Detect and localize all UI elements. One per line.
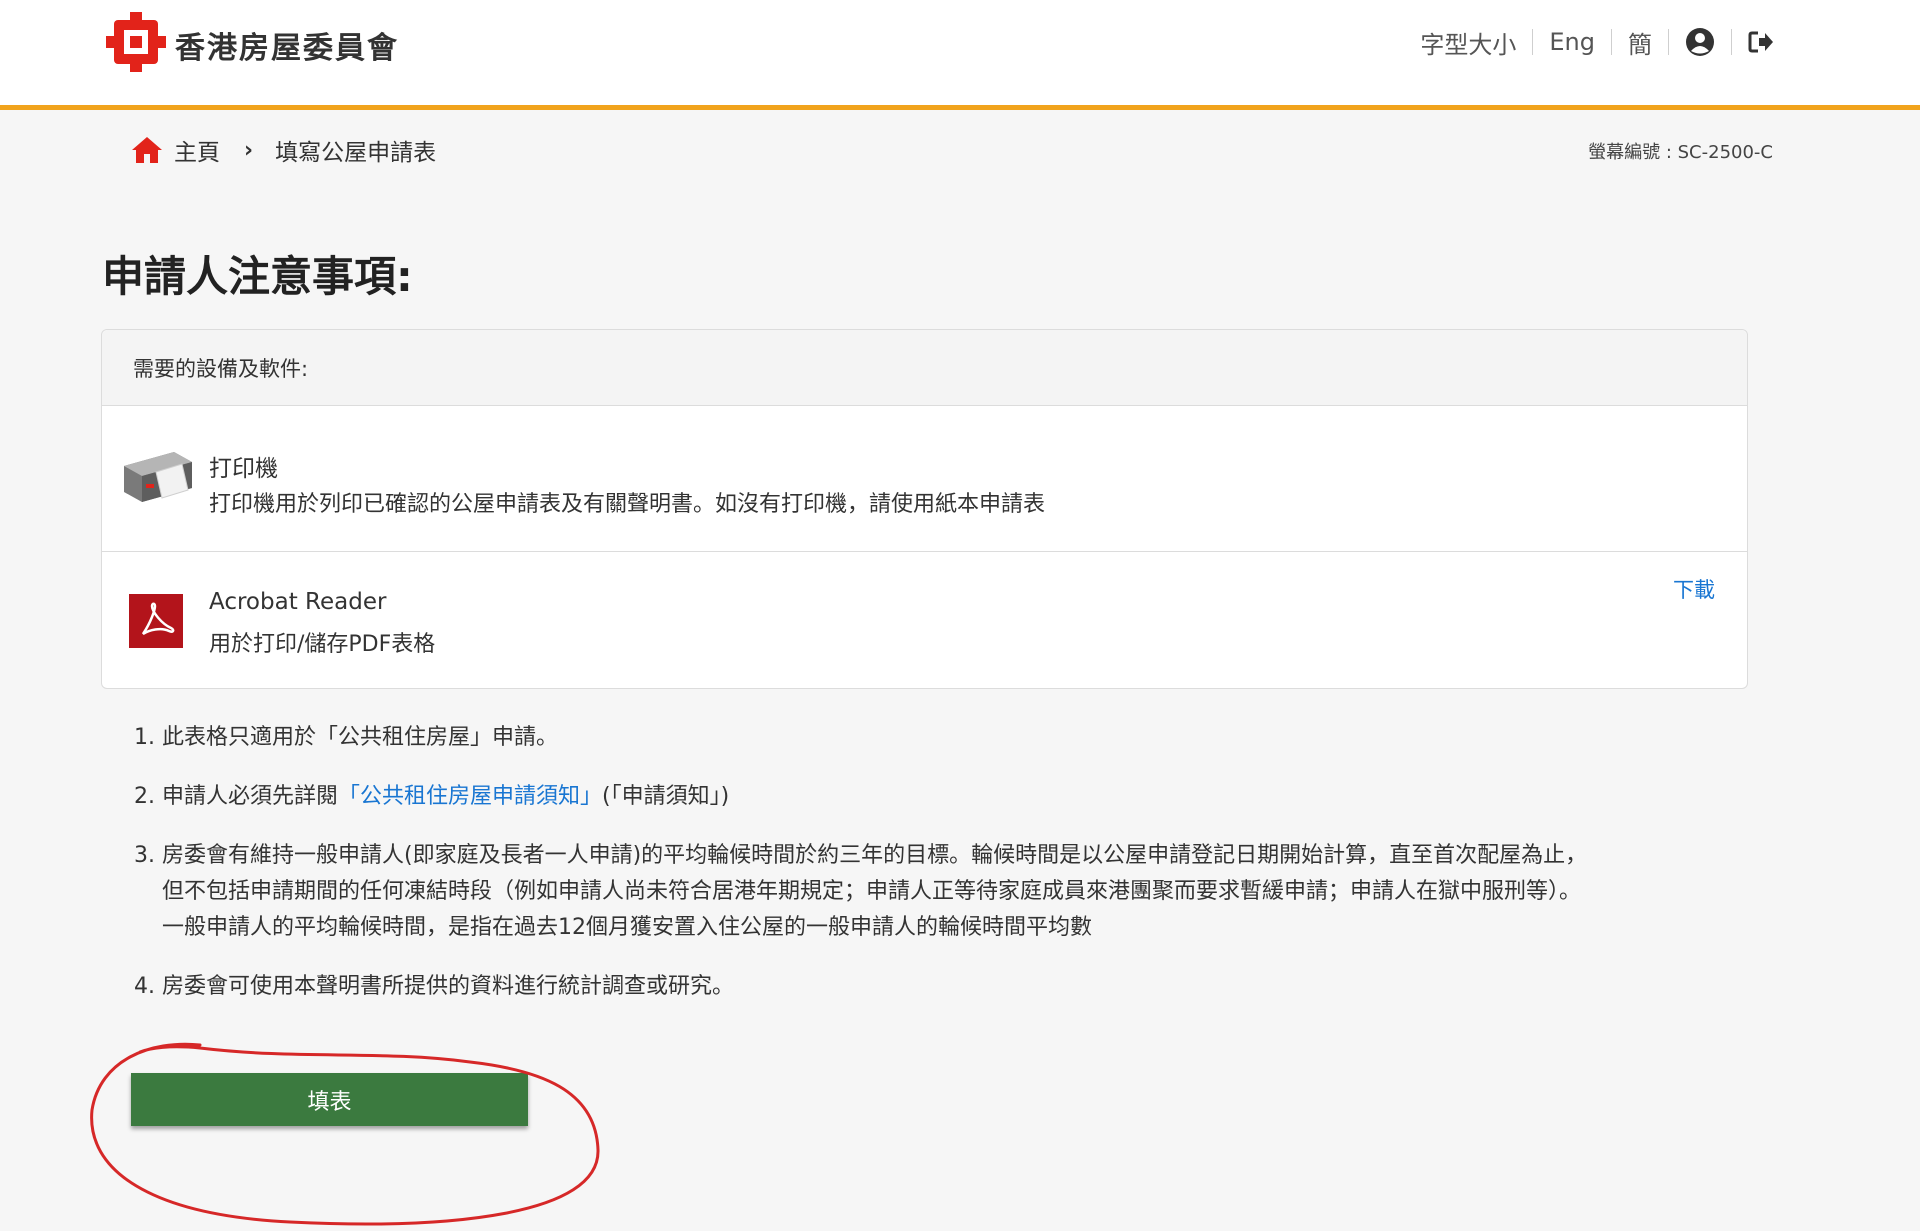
notes-list: 1. 此表格只適用於「公共租住房屋」申請。 2. 申請人必須先詳閱「公共租住房屋…	[134, 720, 1754, 1028]
simplified-chinese-link[interactable]: 簡	[1628, 25, 1652, 60]
list-item: 2. 申請人必須先詳閱「公共租住房屋申請須知」(「申請須知」)	[134, 784, 730, 809]
breadcrumb: 主頁 › 填寫公屋申請表	[130, 130, 436, 170]
printer-name: 打印機	[209, 456, 278, 482]
fill-form-button[interactable]: 填表	[131, 1073, 528, 1126]
requirement-acrobat: Acrobat Reader 用於打印/儲存PDF表格 下載	[102, 552, 1747, 689]
acrobat-name: Acrobat Reader	[209, 589, 387, 615]
logout-icon[interactable]	[1748, 30, 1774, 54]
page-title: 申請人注意事項:	[102, 252, 413, 301]
acrobat-description: 用於打印/儲存PDF表格	[209, 632, 436, 657]
brand-name[interactable]: 香港房屋委員會	[175, 23, 399, 67]
user-icon[interactable]	[1685, 27, 1715, 57]
list-item: 1. 此表格只適用於「公共租住房屋」申請。	[134, 725, 559, 750]
housing-authority-logo[interactable]	[106, 12, 166, 72]
list-item: 3. 房委會有維持一般申請人(即家庭及長者一人申請)的平均輪候時間於約三年的目標…	[134, 843, 1588, 940]
divider	[1611, 29, 1612, 55]
english-language-link[interactable]: Eng	[1549, 28, 1595, 56]
download-link[interactable]: 下載	[1673, 574, 1715, 604]
requirements-card: 需要的設備及軟件: 打印機 打印機用於列印已確認的公屋申請表及有關聲明書。如沒有…	[101, 329, 1748, 689]
application-guide-link[interactable]: 「公共租住房屋申請須知」	[338, 784, 602, 809]
printer-icon	[124, 452, 192, 502]
breadcrumb-home[interactable]: 主頁	[174, 133, 220, 167]
divider	[1532, 29, 1534, 55]
divider	[1731, 29, 1732, 55]
screen-id: 螢幕編號 : SC-2500-C	[1588, 142, 1773, 163]
list-item: 4. 房委會可使用本聲明書所提供的資料進行統計調查或研究。	[134, 974, 735, 999]
top-navigation: 字型大小 Eng 簡	[1420, 22, 1774, 62]
chevron-right-icon: ›	[244, 137, 254, 163]
requirements-header: 需要的設備及軟件:	[102, 330, 1747, 406]
printer-description: 打印機用於列印已確認的公屋申請表及有關聲明書。如沒有打印機，請使用紙本申請表	[209, 492, 1046, 517]
divider	[1668, 29, 1669, 55]
site-header: 香港房屋委員會 字型大小 Eng 簡	[0, 0, 1920, 110]
acrobat-icon	[129, 594, 183, 648]
breadcrumb-current: 填寫公屋申請表	[275, 140, 437, 166]
home-icon[interactable]	[130, 135, 164, 165]
font-size-control[interactable]: 字型大小	[1420, 25, 1516, 60]
requirement-printer: 打印機 打印機用於列印已確認的公屋申請表及有關聲明書。如沒有打印機，請使用紙本申…	[102, 406, 1747, 552]
